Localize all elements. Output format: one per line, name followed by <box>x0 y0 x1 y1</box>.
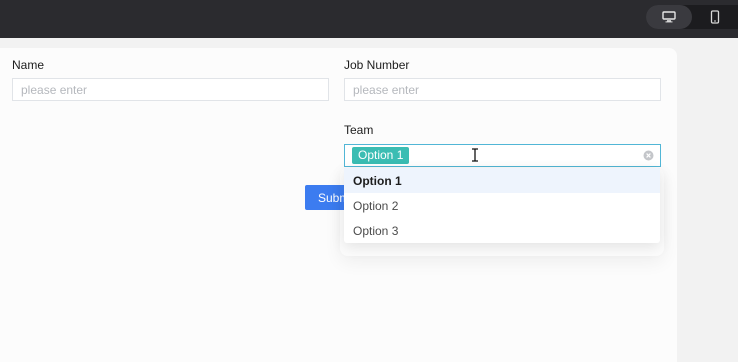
clear-circle-icon[interactable] <box>643 150 654 161</box>
name-label: Name <box>12 58 45 72</box>
name-placeholder: please enter <box>21 82 88 97</box>
dropdown-option[interactable]: Option 3 <box>344 218 660 243</box>
dropdown-option[interactable]: Option 2 <box>344 193 660 218</box>
team-label: Team <box>344 123 374 137</box>
team-select[interactable]: Option 1 <box>344 144 661 167</box>
desktop-view-button[interactable] <box>646 5 692 29</box>
selected-tag[interactable]: Option 1 <box>352 147 410 164</box>
job-number-label: Job Number <box>344 58 410 72</box>
job-number-placeholder: please enter <box>353 82 420 97</box>
top-bar <box>0 0 738 38</box>
device-switch <box>646 5 738 29</box>
monitor-icon <box>662 11 676 23</box>
job-number-input[interactable]: please enter <box>344 78 661 101</box>
dropdown-option[interactable]: Option 1 <box>344 168 660 193</box>
form-panel: Name please enter Job Number please ente… <box>0 48 677 362</box>
name-input[interactable]: please enter <box>12 78 329 101</box>
phone-icon <box>710 10 720 24</box>
team-dropdown: Option 1 Option 2 Option 3 <box>344 168 660 243</box>
mobile-view-button[interactable] <box>692 5 738 29</box>
text-cursor-icon <box>472 148 478 162</box>
